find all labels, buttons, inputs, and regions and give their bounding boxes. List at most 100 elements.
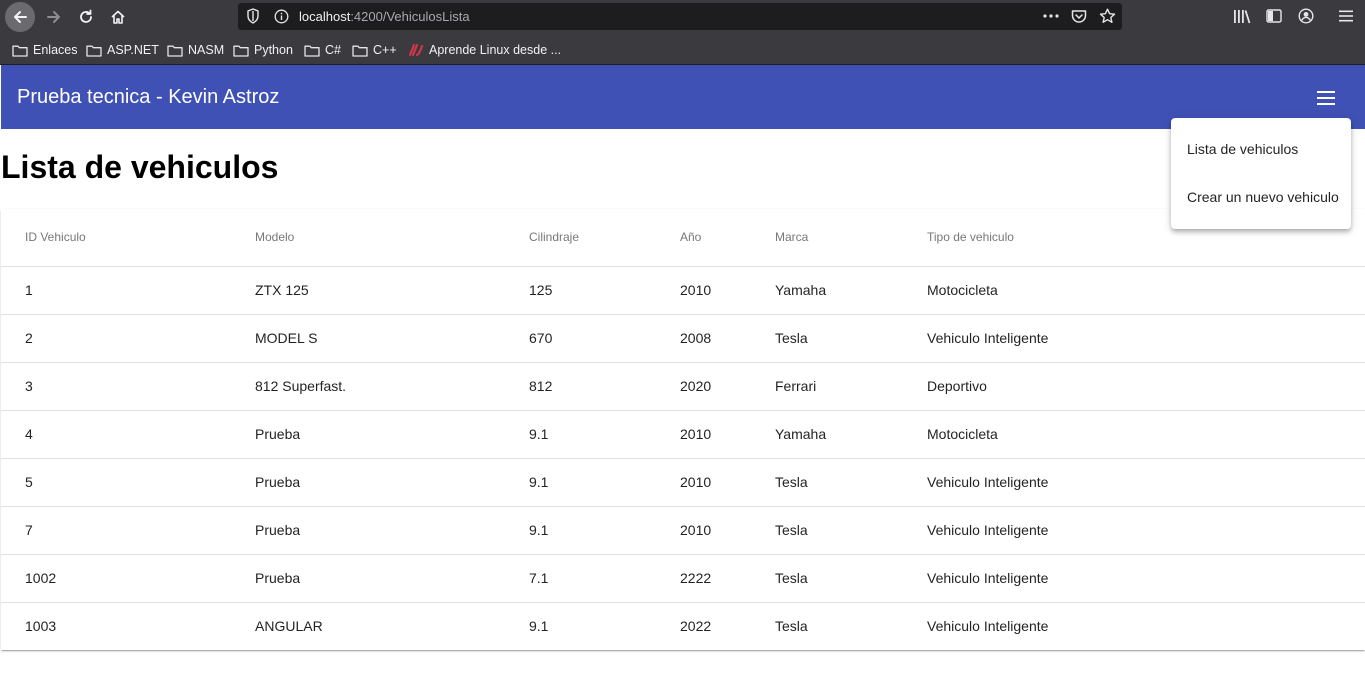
cell-modelo: ANGULAR	[255, 618, 323, 635]
cell-id: 5	[1, 458, 231, 507]
cell-modelo: Prueba	[231, 410, 505, 459]
folder-icon	[86, 45, 102, 57]
cell-modelo: ZTX 125	[231, 266, 505, 315]
url-text[interactable]: localhost:4200/VehiculosLista	[299, 9, 470, 24]
browser-toolbar: localhost:4200/VehiculosLista	[0, 0, 1365, 33]
vehicles-table: ID Vehiculo Modelo Cilindraje Año Marca …	[1, 209, 1365, 650]
cell-anio: 2010	[656, 506, 751, 555]
cell-marca: Tesla	[751, 506, 903, 555]
cell-tipo: Vehiculo Inteligente	[903, 554, 1365, 603]
nav-dropdown-menu: Lista de vehiculos Crear un nuevo vehicu…	[1171, 118, 1351, 229]
url-bar[interactable]: localhost:4200/VehiculosLista	[238, 3, 1122, 30]
pocket-icon[interactable]	[1070, 7, 1088, 25]
cell-id: 3	[1, 362, 231, 411]
reload-icon	[80, 9, 92, 23]
bookmark-nasm[interactable]: NASM	[167, 42, 224, 58]
cell-anio: 2020	[656, 362, 751, 411]
home-icon	[111, 10, 125, 24]
bookmark-label: NASM	[188, 43, 225, 57]
sidebar-icon[interactable]	[1264, 6, 1284, 26]
url-path: :4200/VehiculosLista	[350, 9, 470, 24]
table-row: 1 ZTX 125 125 2010 Yamaha Motocicleta	[1, 266, 1365, 315]
bookmark-label: ASP.NET	[107, 43, 159, 57]
cell-tipo: Deportivo	[903, 362, 1365, 411]
folder-icon	[304, 45, 320, 57]
cell-id: 7	[1, 506, 231, 555]
home-button[interactable]	[103, 2, 133, 32]
cell-marca: Tesla	[751, 554, 903, 603]
cell-modelo: Prueba	[231, 458, 505, 507]
bookmark-aspnet[interactable]: ASP.NET	[86, 42, 159, 58]
bookmarks-bar: Enlaces ASP.NET NASM Python C# C++ Apren…	[0, 33, 1365, 65]
cell-cilindraje: 9.1	[529, 618, 549, 635]
cell-id: 1003	[25, 618, 57, 635]
arrow-left-icon	[14, 11, 27, 23]
bookmark-label: Python	[254, 43, 293, 57]
url-actions	[1042, 7, 1116, 25]
forward-button[interactable]	[39, 2, 69, 32]
folder-icon	[352, 45, 368, 57]
table-row: 3 812 Superfast. 812 2020 Ferrari Deport…	[1, 362, 1365, 411]
cell-cilindraje: 812	[505, 362, 656, 411]
url-host: localhost	[299, 9, 351, 24]
cell-tipo: Vehiculo Inteligente	[927, 618, 1049, 635]
cell-cilindraje: 7.1	[505, 554, 656, 603]
cell-anio: 2022	[680, 618, 712, 635]
bookmark-label: Enlaces	[33, 43, 78, 57]
bookmark-label: C++	[373, 43, 397, 57]
back-button[interactable]	[5, 2, 35, 32]
cell-anio: 2010	[656, 458, 751, 507]
column-header: Modelo	[231, 209, 505, 267]
cell-id: 1	[1, 266, 231, 315]
cell-tipo: Vehiculo Inteligente	[903, 506, 1365, 555]
site-favicon-icon	[409, 44, 423, 56]
column-header: Marca	[751, 209, 903, 267]
vehicles-table-card: ID Vehiculo Modelo Cilindraje Año Marca …	[1, 209, 1365, 650]
menu-item-lista-vehiculos[interactable]: Lista de vehiculos	[1171, 125, 1351, 173]
cell-anio: 2010	[656, 410, 751, 459]
bookmark-label: C#	[325, 43, 341, 57]
bookmark-cpp[interactable]: C++	[352, 42, 397, 58]
bookmark-aprende-linux[interactable]: Aprende Linux desde ...	[408, 42, 561, 58]
bookmark-csharp[interactable]: C#	[304, 42, 341, 58]
hamburger-icon	[1339, 10, 1353, 22]
app-toolbar: Prueba tecnica - Kevin Astroz	[1, 65, 1365, 129]
menu-button[interactable]	[1314, 86, 1338, 110]
browser-menu-button[interactable]	[1336, 6, 1356, 26]
bookmark-star-icon[interactable]	[1098, 7, 1116, 25]
page-title: Lista de vehiculos	[1, 149, 279, 185]
column-header: ID Vehiculo	[1, 209, 231, 267]
site-info-icon[interactable]	[274, 9, 289, 29]
cell-modelo: Prueba	[231, 506, 505, 555]
library-icon[interactable]	[1232, 6, 1252, 26]
cell-modelo: 812 Superfast.	[231, 362, 505, 411]
cell-cilindraje: 9.1	[505, 506, 656, 555]
bookmark-python[interactable]: Python	[233, 42, 293, 58]
cell-marca: Tesla	[751, 458, 903, 507]
hamburger-menu-icon	[1317, 91, 1335, 105]
cell-id: 1002	[1, 554, 231, 603]
reload-button[interactable]	[71, 2, 101, 32]
cell-cilindraje: 670	[505, 314, 656, 363]
tracking-shield-icon[interactable]	[246, 8, 260, 29]
cell-modelo: MODEL S	[231, 314, 505, 363]
menu-item-crear-vehiculo[interactable]: Crear un nuevo vehiculo	[1171, 173, 1351, 221]
bookmark-label: Aprende Linux desde ...	[429, 43, 562, 57]
cell-marca: Yamaha	[751, 410, 903, 459]
column-header: Cilindraje	[505, 209, 656, 267]
account-icon[interactable]	[1296, 6, 1316, 26]
cell-id: 4	[1, 410, 231, 459]
bookmark-enlaces[interactable]: Enlaces	[12, 42, 77, 58]
column-header: Año	[656, 209, 751, 267]
folder-icon	[233, 45, 249, 57]
cell-cilindraje: 125	[505, 266, 656, 315]
table-row: 5 Prueba 9.1 2010 Tesla Vehiculo Intelig…	[1, 458, 1365, 507]
cell-modelo: Prueba	[231, 554, 505, 603]
page-actions-icon[interactable]	[1042, 7, 1060, 25]
cell-id: 2	[1, 314, 231, 363]
arrow-right-icon	[47, 11, 60, 23]
cell-tipo: Vehiculo Inteligente	[903, 458, 1365, 507]
cell-anio: 2010	[656, 266, 751, 315]
table-header-row: ID Vehiculo Modelo Cilindraje Año Marca …	[1, 209, 1365, 267]
cell-tipo: Motocicleta	[903, 266, 1365, 315]
